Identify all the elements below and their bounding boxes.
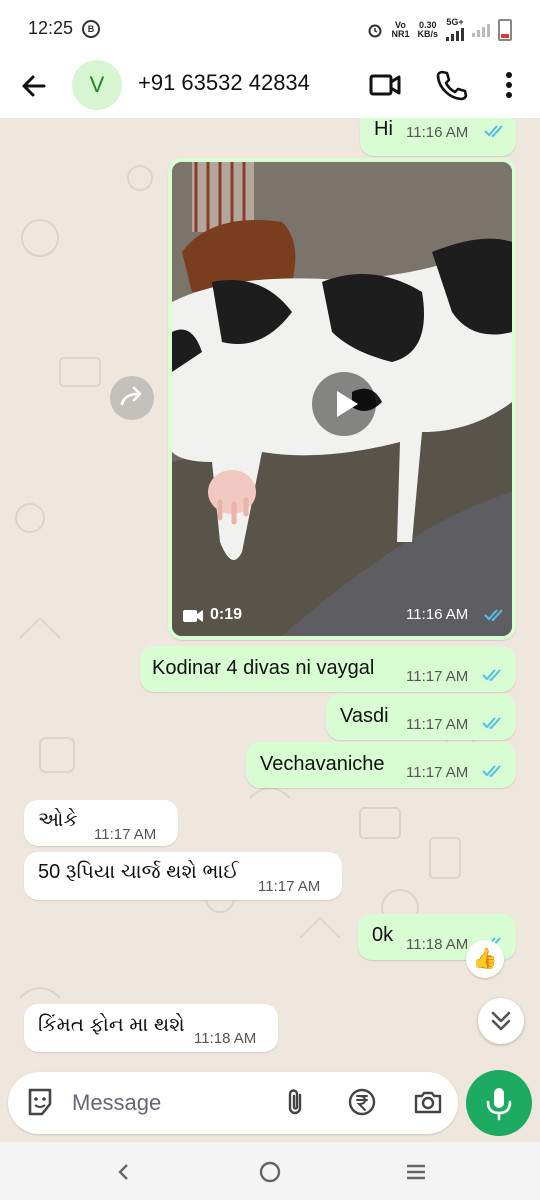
message-time: 11:18 AM: [194, 1030, 257, 1047]
message-time: 11:16 AM: [406, 606, 469, 623]
signal-2-icon: [472, 23, 490, 37]
chat-area[interactable]: Hi 11:16 AM 0:19 11:16 AM Kodinar 4 diva…: [0, 118, 540, 1074]
attach-icon[interactable]: [280, 1086, 312, 1118]
sticker-icon[interactable]: [24, 1086, 56, 1118]
message-bubble-outgoing[interactable]: Kodinar 4 divas ni vaygal 11:17 AM: [140, 646, 516, 692]
app-notification-icon: B: [82, 20, 100, 38]
scroll-to-bottom-button[interactable]: [478, 998, 524, 1044]
double-chevron-down-icon: [491, 1011, 511, 1031]
video-duration: 0:19: [210, 606, 243, 623]
video-camera-icon: [183, 610, 203, 622]
message-time: 11:17 AM: [258, 878, 321, 895]
battery-icon: [498, 18, 512, 41]
video-thumbnail[interactable]: 0:19 11:16 AM: [172, 162, 512, 636]
nav-back-icon[interactable]: [110, 1158, 138, 1186]
mic-button[interactable]: [466, 1070, 532, 1136]
play-icon: [337, 391, 358, 417]
video-message[interactable]: 0:19 11:16 AM: [168, 158, 516, 640]
back-arrow-icon[interactable]: [18, 70, 50, 102]
read-receipt-icon: [484, 609, 503, 622]
rupee-payment-icon[interactable]: [346, 1086, 378, 1118]
more-options-icon[interactable]: [492, 68, 526, 102]
system-navigation-bar: [0, 1142, 540, 1200]
message-bubble-incoming[interactable]: ઓકે 11:17 AM: [24, 800, 178, 846]
status-indicators: Vo NR1 0.30 KB/s 5G+: [367, 18, 512, 41]
read-receipt-icon: [482, 669, 501, 682]
mic-icon: [486, 1088, 512, 1121]
message-text: 50 રૂપિયા ચાર્જ થશે ભાઈ: [38, 861, 239, 883]
reaction-badge[interactable]: 👍: [466, 940, 504, 978]
message-text: ઓકે: [38, 809, 78, 831]
message-bubble-incoming[interactable]: 50 રૂપિયા ચાર્જ થશે ભાઈ 11:17 AM: [24, 852, 342, 900]
nav-home-icon[interactable]: [256, 1158, 284, 1186]
read-receipt-icon: [482, 717, 501, 730]
forward-icon: [120, 386, 142, 406]
message-bubble-incoming[interactable]: કિંમત ફોન મા થશે 11:18 AM: [24, 1004, 278, 1052]
message-time: 11:17 AM: [406, 668, 469, 685]
read-receipt-icon: [484, 125, 503, 138]
volte-indicator: Vo NR1: [391, 19, 410, 39]
forward-button[interactable]: [110, 376, 154, 420]
status-bar: 12:25 B Vo NR1 0.30 KB/s 5G+: [0, 0, 540, 56]
read-receipt-icon: [482, 765, 501, 778]
message-text: Kodinar 4 divas ni vaygal: [152, 657, 375, 679]
message-time: 11:17 AM: [406, 764, 469, 781]
phone-call-icon[interactable]: [434, 68, 468, 102]
message-text: કિંમત ફોન મા થશે: [38, 1014, 185, 1036]
nav-recents-icon[interactable]: [402, 1158, 430, 1186]
status-time: 12:25: [28, 18, 74, 38]
chat-header: V +91 63532 42834: [0, 56, 540, 118]
message-input-bar[interactable]: Message: [8, 1072, 458, 1134]
message-bubble-outgoing[interactable]: Vechavaniche 11:17 AM: [246, 742, 516, 788]
alarm-icon: [368, 24, 382, 37]
message-time: 11:17 AM: [406, 716, 469, 733]
message-time: 11:17 AM: [94, 826, 157, 843]
message-bubble-outgoing[interactable]: Vasdi 11:17 AM: [326, 694, 516, 740]
message-time: 11:16 AM: [406, 124, 469, 141]
message-text: 0k: [372, 924, 394, 946]
network-speed: 0.30 KB/s: [417, 19, 438, 39]
message-time: 11:18 AM: [406, 936, 469, 953]
message-input[interactable]: Message: [72, 1090, 161, 1116]
signal-icon: [446, 27, 464, 41]
message-text: Hi: [374, 118, 393, 140]
video-call-icon[interactable]: [368, 68, 402, 102]
message-text: Vasdi: [340, 705, 389, 727]
play-button[interactable]: [312, 372, 376, 436]
message-bubble-outgoing[interactable]: Hi 11:16 AM: [360, 118, 516, 156]
camera-icon[interactable]: [412, 1086, 444, 1118]
avatar[interactable]: V: [72, 60, 122, 110]
contact-name[interactable]: +91 63532 42834: [138, 70, 310, 96]
network-type: 5G+: [446, 18, 464, 41]
message-text: Vechavaniche: [260, 753, 385, 775]
